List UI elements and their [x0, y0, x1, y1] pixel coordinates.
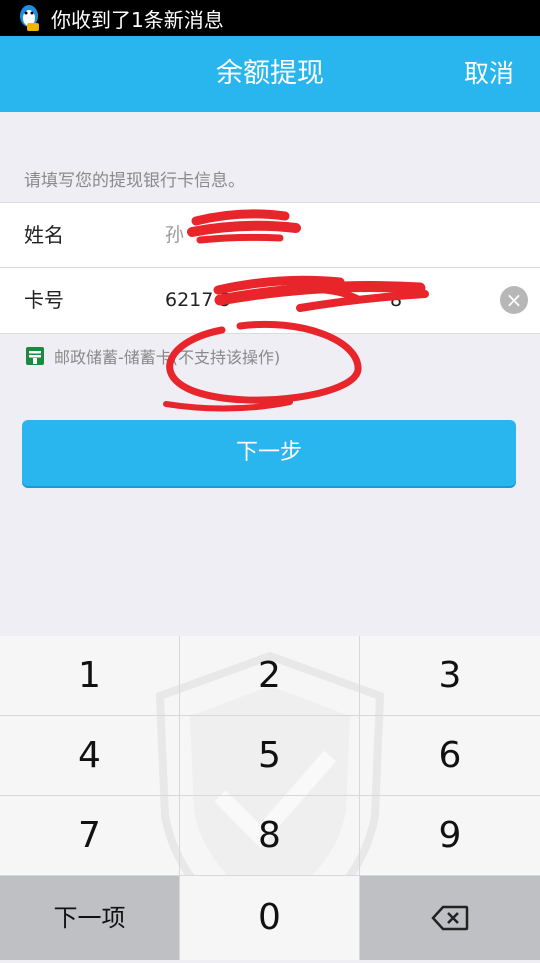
key-9[interactable]: 9: [360, 796, 540, 876]
name-field[interactable]: 孙: [165, 203, 184, 267]
key-2[interactable]: 2: [180, 636, 360, 716]
key-3[interactable]: 3: [360, 636, 540, 716]
status-bar: 你收到了1条新消息: [0, 0, 540, 36]
key-8[interactable]: 8: [180, 796, 360, 876]
next-step-button[interactable]: 下一步: [22, 420, 516, 486]
backspace-key[interactable]: [360, 876, 540, 960]
key-0[interactable]: 0: [180, 876, 360, 960]
name-label: 姓名: [24, 223, 64, 247]
page-title: 余额提现: [216, 58, 324, 89]
clear-icon[interactable]: ×: [500, 286, 528, 314]
notification-text: 你收到了1条新消息: [51, 7, 224, 32]
card-number-field[interactable]: 6217 9: [165, 268, 231, 332]
key-4[interactable]: 4: [0, 716, 180, 796]
card-number-label: 卡号: [24, 288, 64, 312]
header-bar: 余额提现 取消: [0, 36, 540, 112]
card-number-tail: 8: [390, 289, 403, 311]
next-field-key[interactable]: 下一项: [0, 876, 180, 960]
postal-bank-icon: [26, 347, 44, 365]
bank-card-form: 姓名 孙 卡号 6217 9 8 ×: [0, 202, 540, 334]
key-5[interactable]: 5: [180, 716, 360, 796]
name-row[interactable]: 姓名 孙: [0, 203, 540, 267]
form-hint: 请填写您的提现银行卡信息。: [24, 171, 245, 191]
key-7[interactable]: 7: [0, 796, 180, 876]
key-1[interactable]: 1: [0, 636, 180, 716]
card-row[interactable]: 卡号 6217 9 8 ×: [0, 267, 540, 332]
numeric-keypad: 1 2 3 4 5 6 7 8 9 下一项 0: [0, 636, 540, 960]
bank-info: 邮政储蓄-储蓄卡(不支持该操作): [24, 344, 280, 368]
bank-card-type: 邮政储蓄-储蓄卡(不支持该操作): [54, 348, 281, 367]
backspace-icon: [431, 905, 469, 931]
cancel-button[interactable]: 取消: [464, 36, 514, 112]
key-6[interactable]: 6: [360, 716, 540, 796]
qq-penguin-icon: [20, 5, 39, 31]
